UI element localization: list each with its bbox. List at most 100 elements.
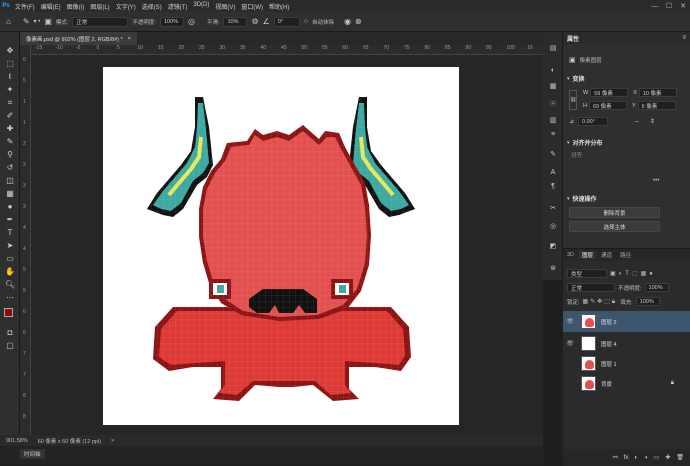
gradient-tool-icon[interactable]: ▦ (4, 189, 16, 199)
align-more-button[interactable]: ••• (653, 178, 659, 184)
smooth-input[interactable]: 10% (223, 16, 248, 27)
tab-3d[interactable]: 3D (563, 252, 578, 258)
document-canvas[interactable] (103, 67, 459, 425)
angle-input[interactable]: 0° (273, 16, 300, 27)
foreground-color-swatch[interactable] (4, 308, 13, 317)
move-tool-icon[interactable]: ✥ (4, 46, 16, 56)
type-tool-icon[interactable]: T (4, 228, 16, 238)
home-icon[interactable]: ⌂ (6, 17, 11, 26)
menu-item[interactable]: 图像(I) (64, 2, 88, 11)
adjustments-panel-icon[interactable]: ☉ (548, 100, 558, 110)
menu-item[interactable]: 滤镜(T) (165, 2, 191, 11)
minimize-button[interactable]: — (648, 3, 662, 10)
tab-layers[interactable]: 图层 (578, 251, 598, 259)
gear-icon[interactable]: ⚙ (251, 17, 258, 26)
menu-item[interactable]: 窗口(W) (238, 2, 266, 11)
brush-settings-icon[interactable]: ▣ (44, 17, 52, 26)
navigator-panel-icon[interactable]: ◎ (548, 222, 558, 232)
clone-stamp-icon[interactable]: ⚲ (4, 150, 16, 160)
marquee-tool-icon[interactable]: ⬚ (4, 59, 16, 69)
eraser-tool-icon[interactable]: ◫ (4, 176, 16, 186)
height-input[interactable]: 69 像素 (588, 101, 627, 110)
canvas-area[interactable] (31, 55, 543, 435)
rectangle-tool-icon[interactable]: ▭ (4, 254, 16, 264)
new-layer-icon[interactable]: ✚ (665, 454, 670, 461)
opacity-input[interactable]: 100% (159, 16, 184, 27)
menu-item[interactable]: 3D(D) (190, 2, 212, 11)
zoom-level[interactable]: 901.58% (6, 438, 28, 444)
blend-mode-select[interactable]: 正常 (567, 283, 615, 292)
timeline-tab[interactable]: 时间轴 (20, 449, 45, 459)
pencil-tool-icon[interactable]: ✎ (23, 17, 30, 26)
layer-row[interactable]: 👁︎ 图层 2 (563, 311, 690, 332)
link-layers-icon[interactable]: ⚯ (613, 454, 618, 461)
symmetry-icon[interactable]: ⊗ (355, 17, 362, 26)
screen-mode-icon[interactable]: ▢ (4, 341, 16, 351)
layer-kind-filter[interactable]: 类型 (567, 269, 607, 278)
close-tab-icon[interactable]: × (128, 36, 131, 42)
eye-icon[interactable]: 👁︎ (563, 318, 577, 325)
flip-horizontal-icon[interactable]: ⇔ (634, 119, 640, 125)
history-brush-icon[interactable]: ↺ (4, 163, 16, 173)
status-menu-arrow[interactable]: > (111, 438, 114, 444)
layer-row[interactable]: 👁︎ 图层 4 (563, 333, 690, 354)
select-subject-button[interactable]: 选择主体 (569, 221, 660, 232)
info-panel-icon[interactable]: ◩ (548, 242, 558, 252)
collapse-quick-actions-icon[interactable]: ▾ (567, 196, 570, 202)
properties-title[interactable]: 属性 (567, 34, 579, 43)
quick-mask-icon[interactable]: ◘ (4, 328, 16, 338)
pressure-size-icon[interactable]: ◉ (344, 17, 351, 26)
opacity-pressure-icon[interactable]: ◎ (188, 17, 195, 26)
lock-icons[interactable]: ▦✎✥⬚🔒︎ (583, 298, 618, 306)
adjustment-layer-icon[interactable]: ◑ (644, 455, 648, 461)
collapse-transform-icon[interactable]: ▾ (567, 76, 570, 82)
layer-row[interactable]: 图层 1 (563, 353, 690, 374)
maximize-button[interactable]: ☐ (662, 2, 676, 10)
menu-item[interactable]: 视图(V) (212, 2, 238, 11)
brush-tool-icon[interactable]: ✎ (4, 137, 16, 147)
flip-vertical-icon[interactable]: ⇕ (650, 118, 655, 125)
close-window-button[interactable]: ✕ (676, 2, 690, 10)
path-selection-icon[interactable]: ➤ (4, 241, 16, 251)
angle-input[interactable]: 0.00° (578, 117, 609, 126)
more-tools-icon[interactable]: ⋯ (4, 293, 16, 303)
add-mask-icon[interactable]: ◐ (634, 455, 638, 461)
menu-item[interactable]: 文件(F) (12, 2, 38, 11)
checkbox-icon[interactable]: ○ (304, 18, 308, 25)
brush-panel-icon[interactable]: ✎ (548, 150, 558, 160)
actions-panel-icon[interactable]: ⊛ (548, 264, 558, 274)
dodge-tool-icon[interactable]: ● (4, 202, 16, 212)
panel-menu-icon[interactable]: ≡ (682, 35, 686, 41)
menu-item[interactable]: 文字(Y) (113, 2, 139, 11)
filter-icons[interactable]: ▣◐T⬚▦● (610, 270, 656, 277)
delete-layer-icon[interactable]: 🗑 (676, 454, 684, 461)
swatches-panel-icon[interactable]: ▦ (548, 82, 558, 92)
paragraph-panel-icon[interactable]: ¶ (548, 182, 558, 192)
crop-tool-icon[interactable]: ⌗ (4, 98, 16, 108)
width-input[interactable]: 59 像素 (590, 88, 629, 97)
fx-icon[interactable]: fx (624, 455, 629, 461)
magic-wand-icon[interactable]: ✦ (4, 85, 16, 95)
character-panel-icon[interactable]: A (548, 168, 558, 178)
layer-row[interactable]: 背景 🔒︎ (563, 373, 690, 394)
libraries-panel-icon[interactable]: ▥ (548, 116, 558, 126)
x-input[interactable]: 10 像素 (638, 88, 677, 97)
menu-item[interactable]: 帮助(H) (266, 2, 292, 11)
hand-tool-icon[interactable]: ✋ (4, 267, 16, 277)
layer-opacity-input[interactable]: 100% (644, 283, 669, 292)
tools-panel-icon[interactable]: ✂ (548, 204, 558, 214)
tab-paths[interactable]: 路径 (616, 251, 635, 259)
collapse-align-icon[interactable]: ▾ (567, 140, 570, 146)
eye-icon[interactable]: 👁︎ (563, 340, 577, 347)
remove-background-button[interactable]: 删除背景 (569, 207, 660, 218)
link-dimensions-icon[interactable]: ⛓ (569, 90, 577, 110)
healing-brush-icon[interactable]: ✚ (4, 124, 16, 134)
history-panel-icon[interactable]: ▤ (548, 44, 558, 54)
eyedropper-icon[interactable]: ✐ (4, 111, 16, 121)
fill-input[interactable]: 100% (635, 297, 660, 306)
brush-preset-icon[interactable]: ▾ • (34, 19, 41, 25)
tab-channels[interactable]: 通道 (597, 251, 616, 259)
lasso-tool-icon[interactable]: ℓ (4, 72, 16, 82)
y-input[interactable]: 6 像素 (637, 101, 676, 110)
menu-item[interactable]: 编辑(E) (38, 2, 64, 11)
